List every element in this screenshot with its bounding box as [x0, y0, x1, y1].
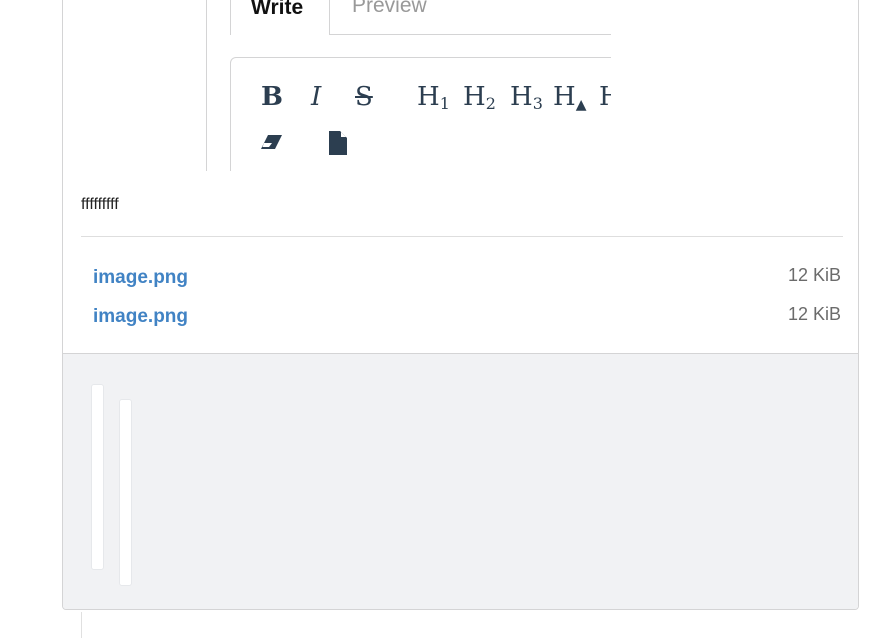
heading-3-letter: H [510, 82, 533, 112]
tab-underline [330, 34, 611, 35]
tab-preview-label: Preview [352, 0, 427, 17]
heading-1-letter: H [417, 82, 440, 112]
italic-button[interactable]: I [311, 84, 321, 110]
placeholder-bar [119, 399, 132, 586]
strikethrough-button[interactable]: S [355, 84, 373, 110]
heading-2-button[interactable]: H2 [463, 84, 496, 117]
comment-card: Write Preview B I S H1 H2 H3 H▲ H [62, 0, 859, 610]
attachment-size: 12 KiB [787, 304, 841, 324]
tab-preview[interactable]: Preview [352, 0, 427, 18]
heading-1-button[interactable]: H1 [417, 84, 450, 117]
heading-3-button[interactable]: H3 [510, 84, 543, 117]
file-icon[interactable] [327, 130, 349, 161]
comment-text: fffffffff [81, 196, 119, 213]
tab-write-label: Write [251, 0, 304, 19]
triangle-up-icon: ▲ [575, 97, 587, 113]
heading-button-cut[interactable]: H [599, 84, 611, 110]
editor-screenshot-edge [206, 0, 207, 171]
attachment-item: image.png 12 KiB [93, 304, 841, 330]
heading-2-sub: 2 [485, 94, 496, 113]
timeline-line [81, 612, 82, 638]
attachment-size: 12 KiB [787, 265, 841, 285]
tab-write[interactable]: Write [230, 0, 330, 35]
placeholder-bar [91, 384, 104, 570]
eraser-icon[interactable] [259, 132, 285, 157]
heading-bigger-letter: H [553, 82, 576, 112]
bold-button[interactable]: B [261, 84, 283, 110]
attachment-item: image.png 12 KiB [93, 265, 841, 291]
heading-2-letter: H [463, 82, 486, 112]
editor-screenshot: Write Preview B I S H1 H2 H3 H▲ H [206, 0, 611, 171]
markdown-toolbar: B I S H1 H2 H3 H▲ H [230, 57, 611, 171]
attachments-divider [81, 236, 843, 237]
comment-footer-area [63, 353, 858, 609]
attachment-link[interactable]: image.png [93, 306, 188, 328]
heading-3-sub: 3 [532, 94, 543, 113]
heading-1-sub: 1 [439, 94, 450, 113]
attachment-link[interactable]: image.png [93, 267, 188, 289]
heading-bigger-button[interactable]: H▲ [553, 84, 586, 118]
